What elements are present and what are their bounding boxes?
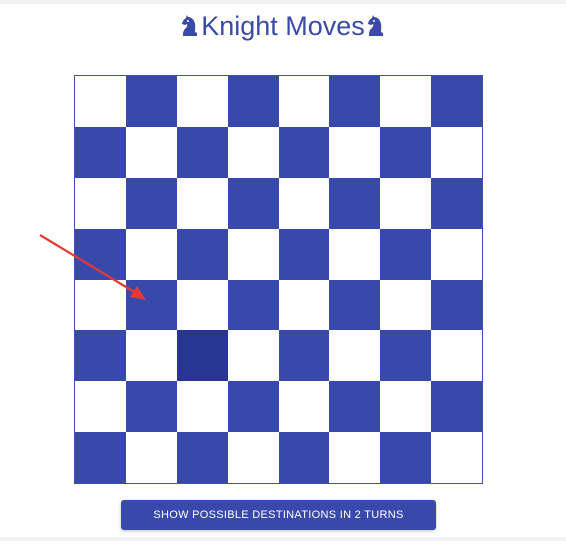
board-square[interactable] — [431, 330, 482, 382]
board-square[interactable] — [278, 76, 330, 127]
knight-icon — [179, 14, 201, 38]
board-square[interactable] — [75, 330, 126, 382]
board-square[interactable] — [431, 76, 482, 127]
board-square[interactable] — [176, 177, 228, 229]
board-square[interactable] — [227, 279, 279, 331]
chess-board — [74, 75, 483, 484]
board-square[interactable] — [431, 228, 482, 280]
title-text: Knight Moves — [201, 11, 365, 41]
board-square[interactable] — [176, 126, 228, 178]
board-square[interactable] — [329, 330, 381, 382]
board-square[interactable] — [227, 76, 279, 127]
board-square[interactable] — [431, 279, 482, 331]
board-square[interactable] — [278, 126, 330, 178]
board-square[interactable] — [125, 279, 177, 331]
board-square[interactable] — [227, 381, 279, 433]
board-square[interactable] — [125, 381, 177, 433]
page-title: Knight Moves — [0, 8, 566, 44]
board-square[interactable] — [227, 126, 279, 178]
board-square[interactable] — [75, 228, 126, 280]
board-square[interactable] — [278, 177, 330, 229]
board-square[interactable] — [329, 228, 381, 280]
board-square[interactable] — [75, 432, 126, 483]
board-square[interactable] — [431, 177, 482, 229]
board-square[interactable] — [431, 381, 482, 433]
board-square[interactable] — [75, 381, 126, 433]
board-square[interactable] — [227, 432, 279, 483]
board-square[interactable] — [227, 330, 279, 382]
board-square[interactable] — [75, 76, 126, 127]
board-square[interactable] — [380, 126, 432, 178]
board-square[interactable] — [278, 279, 330, 331]
knight-icon — [365, 14, 387, 38]
board-square[interactable] — [125, 432, 177, 483]
board-square[interactable] — [329, 76, 381, 127]
board-square[interactable] — [75, 126, 126, 178]
board-square[interactable] — [329, 432, 381, 483]
board-square[interactable] — [278, 228, 330, 280]
board-square[interactable] — [176, 432, 228, 483]
board-square[interactable] — [329, 177, 381, 229]
board-square[interactable] — [278, 432, 330, 483]
board-square[interactable] — [227, 177, 279, 229]
board-square[interactable] — [75, 279, 126, 331]
board-square[interactable] — [380, 279, 432, 331]
board-square[interactable] — [329, 126, 381, 178]
board-square[interactable] — [329, 279, 381, 331]
show-destinations-button[interactable]: SHOW POSSIBLE DESTINATIONS IN 2 TURNS — [121, 500, 436, 530]
board-square[interactable] — [125, 330, 177, 382]
board-square[interactable] — [380, 177, 432, 229]
board-square[interactable] — [380, 228, 432, 280]
board-square[interactable] — [431, 126, 482, 178]
board-square[interactable] — [380, 330, 432, 382]
board-square[interactable] — [176, 381, 228, 433]
board-square[interactable] — [176, 279, 228, 331]
board-square[interactable] — [75, 177, 126, 229]
board-square[interactable] — [329, 381, 381, 433]
board-square[interactable] — [380, 381, 432, 433]
board-square[interactable] — [278, 330, 330, 382]
divider — [0, 537, 566, 541]
board-square[interactable] — [380, 432, 432, 483]
board-square[interactable] — [227, 228, 279, 280]
page: Knight Moves SHOW POSSIBLE DESTINATIONS … — [0, 0, 566, 541]
board-square[interactable] — [125, 126, 177, 178]
board-square[interactable] — [380, 76, 432, 127]
selected-square[interactable] — [176, 330, 228, 382]
board-square[interactable] — [431, 432, 482, 483]
board-square[interactable] — [125, 228, 177, 280]
board-square[interactable] — [176, 76, 228, 127]
board-square[interactable] — [125, 76, 177, 127]
board-square[interactable] — [125, 177, 177, 229]
board-square[interactable] — [176, 228, 228, 280]
board-square[interactable] — [278, 381, 330, 433]
